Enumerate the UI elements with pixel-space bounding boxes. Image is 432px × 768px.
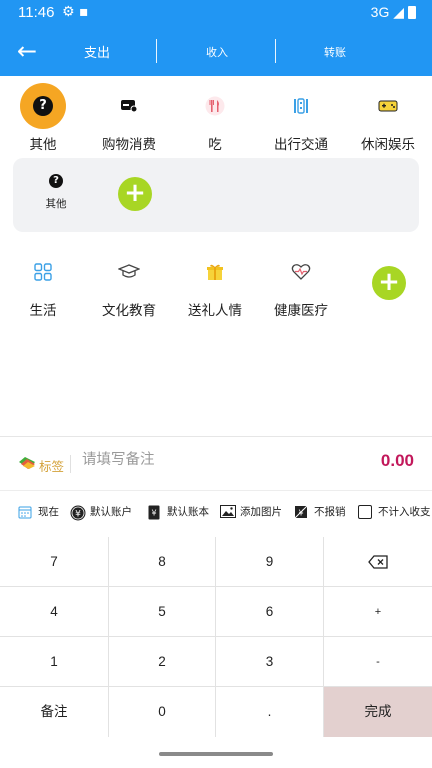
key-9[interactable]: 9: [216, 537, 324, 587]
tag-label[interactable]: 标签: [39, 456, 64, 475]
amount-display: 0.00: [380, 451, 414, 470]
category-food[interactable]: 吃: [172, 83, 258, 153]
no-reimburse-option[interactable]: ¥ 不报销: [294, 504, 346, 519]
category-label: 其他: [29, 137, 57, 153]
subcategory-label: 其他: [45, 198, 67, 210]
options-row: 现在 ¥ 默认账户 ¥ 默认账本 添加图片 ¥ 不报销 不计入收支: [0, 490, 432, 535]
category-transport[interactable]: 出行交通: [258, 83, 344, 153]
category-gifts[interactable]: 送礼人情: [172, 249, 258, 319]
tag-icon[interactable]: [18, 456, 36, 474]
time-option-label: 现在: [38, 506, 59, 518]
tab-divider: [156, 39, 157, 63]
keypad: 7 8 9 4 5 6 + 1 2 3 - 备注 0 . 完成: [0, 537, 432, 737]
tab-income[interactable]: 收入: [206, 44, 228, 60]
gift-icon: [207, 264, 223, 280]
key-6[interactable]: 6: [216, 587, 324, 637]
note-input[interactable]: [80, 451, 314, 469]
image-icon: [220, 504, 236, 519]
category-living[interactable]: 生活: [0, 249, 86, 319]
settings-notification-icon: ⚙ ▪: [62, 4, 89, 20]
key-5[interactable]: 5: [109, 587, 216, 637]
svg-text:¥: ¥: [151, 508, 156, 517]
fork-knife-icon: [205, 96, 225, 116]
backspace-icon: [368, 555, 388, 570]
gamepad-icon: [378, 100, 398, 112]
toolbar: ← 支出 收入 转账: [0, 26, 432, 76]
account-option[interactable]: ¥ 默认账户: [70, 504, 132, 520]
backspace-key[interactable]: [324, 537, 432, 587]
key-2[interactable]: 2: [109, 637, 216, 687]
battery-icon: [408, 6, 416, 19]
subcategory-panel: ? 其他 +: [13, 158, 419, 232]
category-label: 文化教育: [102, 303, 156, 319]
shopping-card-icon: [121, 100, 138, 113]
graduation-cap-icon: [118, 264, 140, 278]
ledger-book-icon: ¥: [147, 505, 161, 519]
no-reimburse-option-label: 不报销: [314, 506, 346, 518]
key-4[interactable]: 4: [0, 587, 109, 637]
svg-text:¥: ¥: [75, 509, 81, 519]
account-option-label: 默认账户: [90, 506, 132, 518]
category-label: 购物消费: [102, 137, 156, 153]
key-1[interactable]: 1: [0, 637, 109, 687]
exclude-option[interactable]: 不计入收支: [358, 504, 431, 519]
status-time: 11:46: [18, 4, 55, 21]
gesture-nav-bar[interactable]: [159, 752, 273, 756]
category-label: 休闲娱乐: [361, 137, 415, 153]
exclude-checkbox[interactable]: [358, 504, 372, 519]
tab-transfer[interactable]: 转账: [324, 44, 346, 60]
key-0[interactable]: 0: [109, 687, 216, 737]
note-key[interactable]: 备注: [0, 687, 109, 737]
network-indicator: 3G ◢: [370, 4, 404, 20]
category-shopping[interactable]: 购物消费: [86, 83, 172, 153]
network-label: 3G: [370, 4, 390, 20]
heart-pulse-icon: [291, 264, 311, 280]
plus-key[interactable]: +: [324, 587, 432, 637]
tab-divider: [275, 39, 276, 63]
category-other[interactable]: ? 其他: [0, 83, 86, 153]
book-option-label: 默认账本: [167, 506, 209, 518]
category-label: 出行交通: [274, 137, 328, 153]
category-education[interactable]: 文化教育: [86, 249, 172, 319]
divider: [70, 455, 71, 473]
category-label: 送礼人情: [188, 303, 242, 319]
key-3[interactable]: 3: [216, 637, 324, 687]
category-leisure[interactable]: 休闲娱乐: [345, 83, 431, 153]
calendar-icon: [18, 505, 32, 519]
question-circle-icon: ?: [33, 96, 53, 116]
decimal-key[interactable]: .: [216, 687, 324, 737]
status-bar: 11:46 ⚙ ▪ 3G ◢: [0, 0, 432, 26]
category-label: 健康医疗: [274, 303, 328, 319]
no-reimburse-icon: ¥: [294, 505, 308, 519]
tab-expense[interactable]: 支出: [84, 42, 110, 61]
category-health[interactable]: 健康医疗: [258, 249, 344, 319]
question-circle-icon: ?: [49, 174, 63, 188]
exclude-option-label: 不计入收支: [378, 506, 431, 518]
minus-key[interactable]: -: [324, 637, 432, 687]
add-image-option[interactable]: 添加图片: [220, 504, 282, 519]
subcategory-other[interactable]: ? 其他: [37, 174, 75, 211]
time-option[interactable]: 现在: [18, 504, 59, 519]
book-option[interactable]: ¥ 默认账本: [147, 504, 209, 519]
key-8[interactable]: 8: [109, 537, 216, 587]
category-label: 吃: [208, 137, 222, 153]
category-label: 生活: [29, 303, 57, 319]
add-image-option-label: 添加图片: [240, 506, 282, 518]
transit-icon: [294, 98, 308, 114]
yuan-coin-icon: ¥: [70, 505, 86, 520]
back-arrow-icon[interactable]: ←: [12, 36, 42, 66]
key-7[interactable]: 7: [0, 537, 109, 587]
done-button[interactable]: 完成: [324, 687, 432, 737]
note-row: 标签 0.00: [0, 436, 432, 487]
add-subcategory-button[interactable]: +: [118, 177, 152, 211]
add-category-button[interactable]: +: [372, 266, 406, 300]
grid-icon: [34, 263, 52, 281]
category-icon-bg: ?: [20, 83, 66, 129]
